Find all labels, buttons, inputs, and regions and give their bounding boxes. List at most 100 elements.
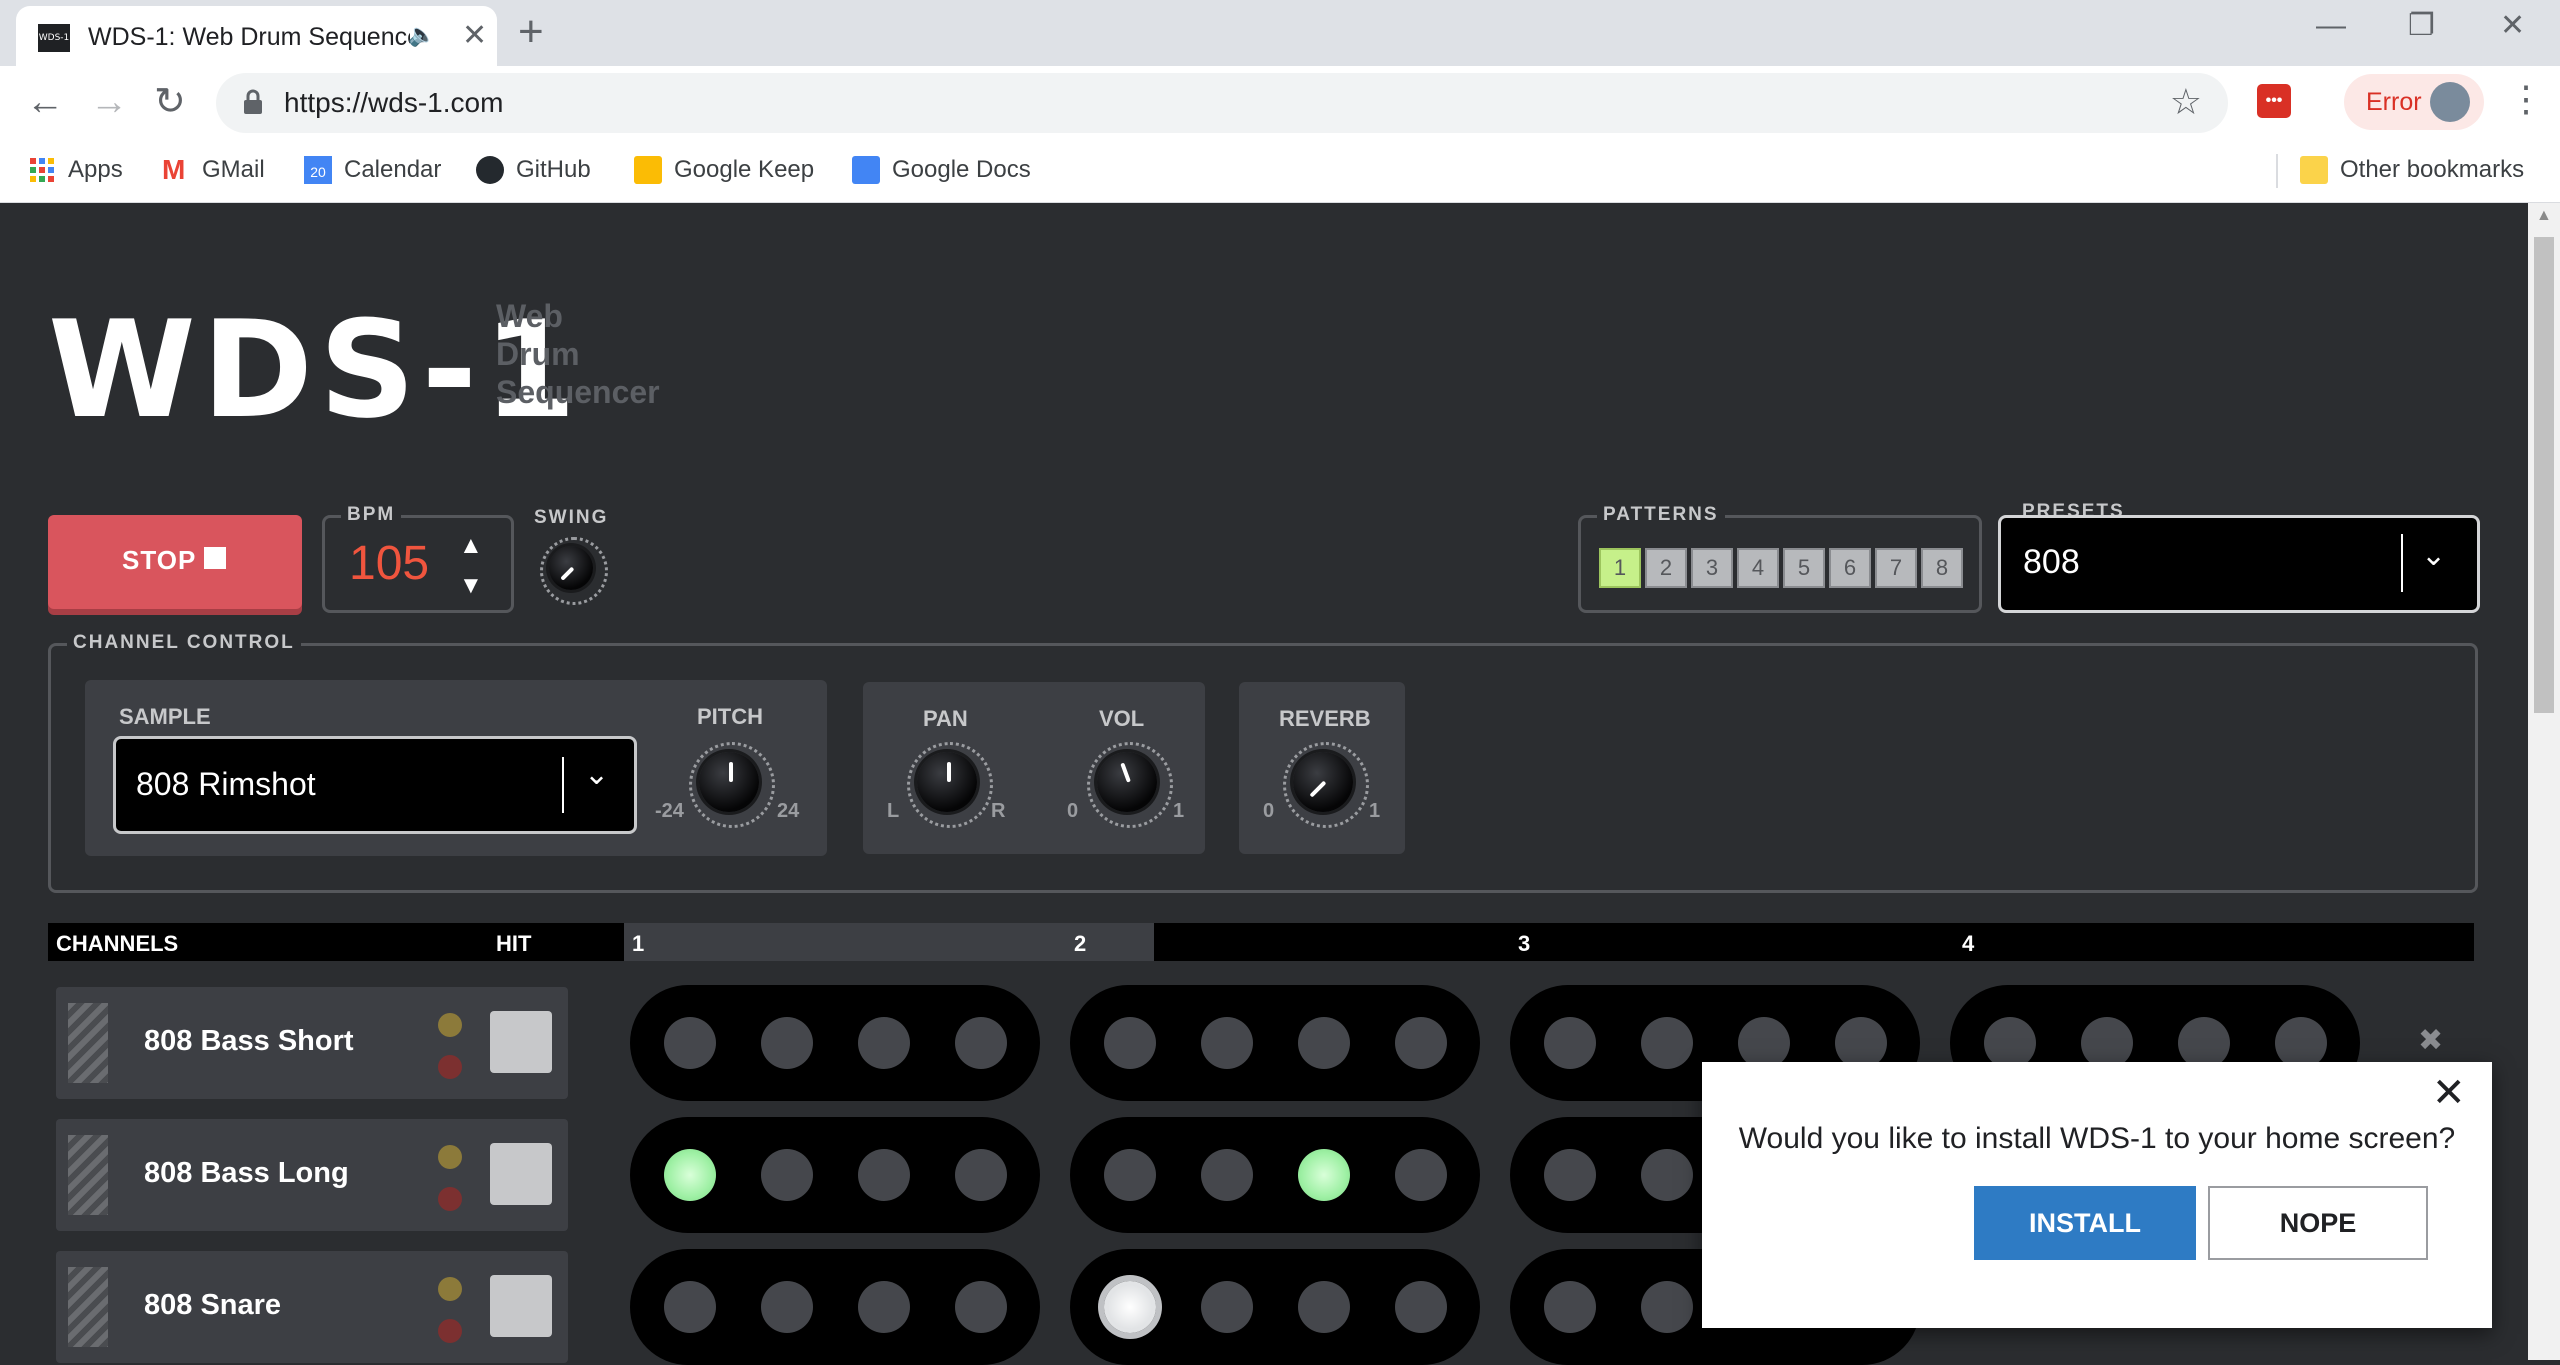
audio-playing-icon[interactable]: 🔈 bbox=[408, 22, 435, 48]
browser-tab[interactable]: WDS-1 WDS-1: Web Drum Sequencer 🔈 ✕ bbox=[16, 6, 497, 66]
hit-pad[interactable] bbox=[490, 1275, 552, 1337]
step-button[interactable] bbox=[1395, 1281, 1447, 1333]
bookmark-apps[interactable]: Apps bbox=[28, 150, 123, 190]
profile-error-chip[interactable]: Error bbox=[2344, 74, 2484, 130]
step-button[interactable] bbox=[1544, 1017, 1596, 1069]
pattern-button[interactable]: 2 bbox=[1645, 548, 1687, 588]
pattern-button[interactable]: 7 bbox=[1875, 548, 1917, 588]
solo-led[interactable] bbox=[438, 1055, 462, 1079]
step-button[interactable] bbox=[1298, 1017, 1350, 1069]
pitch-knob[interactable] bbox=[699, 752, 759, 812]
extension-icon[interactable]: ••• bbox=[2257, 84, 2291, 118]
pan-knob[interactable] bbox=[917, 752, 977, 812]
step-button[interactable] bbox=[1104, 1281, 1156, 1333]
minimize-window-icon[interactable]: — bbox=[2316, 6, 2346, 46]
pattern-button[interactable]: 3 bbox=[1691, 548, 1733, 588]
hit-pad[interactable] bbox=[490, 1143, 552, 1205]
back-icon[interactable]: ← bbox=[26, 80, 64, 124]
address-bar[interactable]: https://wds-1.com ☆ bbox=[216, 73, 2228, 133]
solo-led[interactable] bbox=[438, 1319, 462, 1343]
step-button[interactable] bbox=[664, 1017, 716, 1069]
channels-header: CHANNELS bbox=[56, 931, 179, 956]
drag-handle[interactable] bbox=[68, 1267, 108, 1347]
pattern-button[interactable]: 4 bbox=[1737, 548, 1779, 588]
step-button[interactable] bbox=[955, 1017, 1007, 1069]
step-button[interactable] bbox=[858, 1281, 910, 1333]
url-text[interactable]: https://wds-1.com bbox=[284, 85, 503, 121]
step-button[interactable] bbox=[1298, 1149, 1350, 1201]
page-scrollbar[interactable]: ▲ bbox=[2528, 203, 2560, 1360]
bookmark-google-keep[interactable]: Google Keep bbox=[634, 150, 814, 190]
step-button[interactable] bbox=[1641, 1281, 1693, 1333]
step-button[interactable] bbox=[1201, 1017, 1253, 1069]
close-icon[interactable]: ✕ bbox=[2432, 1070, 2466, 1116]
pattern-button[interactable]: 1 bbox=[1599, 548, 1641, 588]
step-button[interactable] bbox=[1395, 1149, 1447, 1201]
step-button[interactable] bbox=[1104, 1017, 1156, 1069]
step-button[interactable] bbox=[761, 1281, 813, 1333]
step-button[interactable] bbox=[1395, 1017, 1447, 1069]
step-button[interactable] bbox=[1104, 1149, 1156, 1201]
beat-group bbox=[630, 1117, 1040, 1233]
stop-button[interactable]: STOP bbox=[48, 515, 302, 609]
stop-icon bbox=[204, 547, 226, 569]
step-button[interactable] bbox=[1544, 1149, 1596, 1201]
bpm-increase-icon[interactable]: ▲ bbox=[459, 532, 483, 560]
solo-led[interactable] bbox=[438, 1187, 462, 1211]
bookmark-star-icon[interactable]: ☆ bbox=[2170, 81, 2202, 123]
channel-row[interactable]: 808 Bass Short bbox=[56, 987, 568, 1099]
pattern-button[interactable]: 5 bbox=[1783, 548, 1825, 588]
reload-icon[interactable]: ↻ bbox=[154, 80, 186, 124]
reverb-knob[interactable] bbox=[1293, 752, 1353, 812]
vol-min: 0 bbox=[1067, 800, 1079, 822]
step-button[interactable] bbox=[955, 1149, 1007, 1201]
apps-grid-icon bbox=[30, 158, 54, 182]
step-button[interactable] bbox=[1641, 1149, 1693, 1201]
scroll-thumb[interactable] bbox=[2534, 237, 2554, 713]
step-button[interactable] bbox=[858, 1017, 910, 1069]
remove-channel-icon[interactable]: ✖ bbox=[2418, 1023, 2443, 1058]
close-window-icon[interactable]: ✕ bbox=[2500, 6, 2525, 46]
bookmark-other[interactable]: Other bookmarks bbox=[2300, 150, 2524, 190]
step-button[interactable] bbox=[858, 1149, 910, 1201]
new-tab-button[interactable]: + bbox=[518, 8, 544, 56]
step-button[interactable] bbox=[761, 1149, 813, 1201]
step-button[interactable] bbox=[1201, 1149, 1253, 1201]
pattern-button[interactable]: 8 bbox=[1921, 548, 1963, 588]
step-button[interactable] bbox=[955, 1281, 1007, 1333]
sample-select[interactable]: 808 Rimshot ⌄ bbox=[113, 736, 637, 834]
restore-window-icon[interactable]: ❐ bbox=[2408, 6, 2435, 46]
close-tab-icon[interactable]: ✕ bbox=[462, 18, 487, 53]
drag-handle[interactable] bbox=[68, 1135, 108, 1215]
install-button[interactable]: INSTALL bbox=[1974, 1186, 2196, 1260]
step-button[interactable] bbox=[1201, 1281, 1253, 1333]
bookmark-gmail[interactable]: M GMail bbox=[162, 150, 265, 190]
pattern-button[interactable]: 6 bbox=[1829, 548, 1871, 588]
vol-knob[interactable] bbox=[1097, 752, 1157, 812]
bpm-decrease-icon[interactable]: ▼ bbox=[459, 572, 483, 600]
swing-knob[interactable] bbox=[549, 546, 593, 590]
scroll-up-icon[interactable]: ▲ bbox=[2536, 207, 2552, 225]
mute-led[interactable] bbox=[438, 1145, 462, 1169]
step-button[interactable] bbox=[1544, 1281, 1596, 1333]
nope-button[interactable]: NOPE bbox=[2208, 1186, 2428, 1260]
forward-icon[interactable]: → bbox=[90, 80, 128, 124]
presets-select[interactable]: 808 ⌄ bbox=[1998, 515, 2480, 613]
mute-led[interactable] bbox=[438, 1013, 462, 1037]
step-button[interactable] bbox=[1298, 1281, 1350, 1333]
step-button[interactable] bbox=[1641, 1017, 1693, 1069]
channel-row[interactable]: 808 Snare bbox=[56, 1251, 568, 1363]
step-button[interactable] bbox=[664, 1281, 716, 1333]
preset-value: 808 bbox=[2023, 543, 2080, 581]
step-button[interactable] bbox=[761, 1017, 813, 1069]
bookmark-github[interactable]: GitHub bbox=[476, 150, 591, 190]
step-button[interactable] bbox=[664, 1149, 716, 1201]
channel-row[interactable]: 808 Bass Long bbox=[56, 1119, 568, 1231]
bookmark-calendar[interactable]: 20 Calendar bbox=[304, 150, 441, 190]
mute-led[interactable] bbox=[438, 1277, 462, 1301]
bpm-value[interactable]: 105 bbox=[349, 536, 429, 592]
bookmark-google-docs[interactable]: Google Docs bbox=[852, 150, 1031, 190]
hit-pad[interactable] bbox=[490, 1011, 552, 1073]
drag-handle[interactable] bbox=[68, 1003, 108, 1083]
browser-menu-icon[interactable]: ⋮ bbox=[2508, 78, 2544, 120]
